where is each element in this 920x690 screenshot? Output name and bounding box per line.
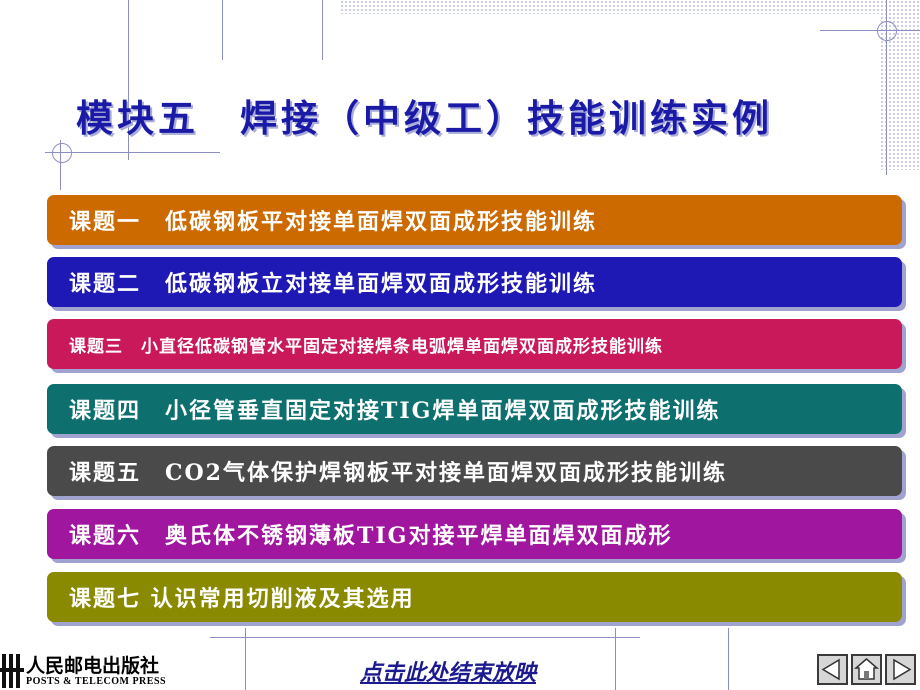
grid-line [615, 628, 616, 690]
topic-7[interactable]: 课题七 认识常用切削液及其选用 [47, 572, 902, 622]
prev-slide-button[interactable] [817, 654, 848, 685]
end-slideshow-link[interactable]: 点击此处结束放映 [360, 655, 590, 690]
home-button[interactable] [851, 654, 882, 685]
right-hatch-band [880, 0, 920, 170]
grid-line [322, 0, 323, 60]
topic-label: 课题四 小径管垂直固定对接TIG焊单面焊双面成形技能训练 [69, 398, 721, 424]
grid-line [210, 637, 640, 638]
next-slide-button[interactable] [885, 654, 916, 685]
grid-line [820, 30, 920, 31]
crosshair-icon [52, 143, 72, 163]
grid-line [60, 140, 61, 190]
grid-line [245, 628, 246, 690]
topic-6[interactable]: 课题六 奥氏体不锈钢薄板TIG对接平焊单面焊双面成形 [47, 509, 902, 559]
back-arrow-icon [821, 658, 840, 681]
slide-title: 模块五 焊接（中级工）技能训练实例 [76, 96, 773, 140]
top-hatch-band [340, 0, 920, 14]
forward-arrow-icon [893, 658, 912, 681]
publisher-name-cn: 人民邮电出版社 [26, 655, 160, 677]
topic-1[interactable]: 课题一 低碳钢板平对接单面焊双面成形技能训练 [47, 195, 902, 245]
topic-4[interactable]: 课题四 小径管垂直固定对接TIG焊单面焊双面成形技能训练 [47, 384, 902, 434]
topic-label: 课题五 CO2气体保护焊钢板平对接单面焊双面成形技能训练 [69, 460, 727, 486]
topic-label: 课题七 认识常用切削液及其选用 [69, 586, 415, 612]
crosshair-icon [877, 21, 897, 41]
topic-label: 课题二 低碳钢板立对接单面焊双面成形技能训练 [69, 271, 598, 297]
press-emblem-icon [0, 654, 24, 688]
topic-label: 课题三 小直径低碳钢管水平固定对接焊条电弧焊单面焊双面成形技能训练 [69, 336, 663, 357]
grid-line [728, 628, 729, 690]
topic-5[interactable]: 课题五 CO2气体保护焊钢板平对接单面焊双面成形技能训练 [47, 446, 902, 496]
publisher-name-en: POSTS & TELECOM PRESS [26, 676, 167, 687]
grid-line [886, 0, 887, 175]
topic-label: 课题六 奥氏体不锈钢薄板TIG对接平焊单面焊双面成形 [69, 523, 673, 549]
grid-line [222, 0, 223, 60]
home-icon [853, 658, 880, 680]
grid-line [45, 152, 220, 153]
topic-2[interactable]: 课题二 低碳钢板立对接单面焊双面成形技能训练 [47, 257, 902, 307]
topic-3[interactable]: 课题三 小直径低碳钢管水平固定对接焊条电弧焊单面焊双面成形技能训练 [47, 319, 902, 369]
topic-label: 课题一 低碳钢板平对接单面焊双面成形技能训练 [69, 209, 598, 235]
